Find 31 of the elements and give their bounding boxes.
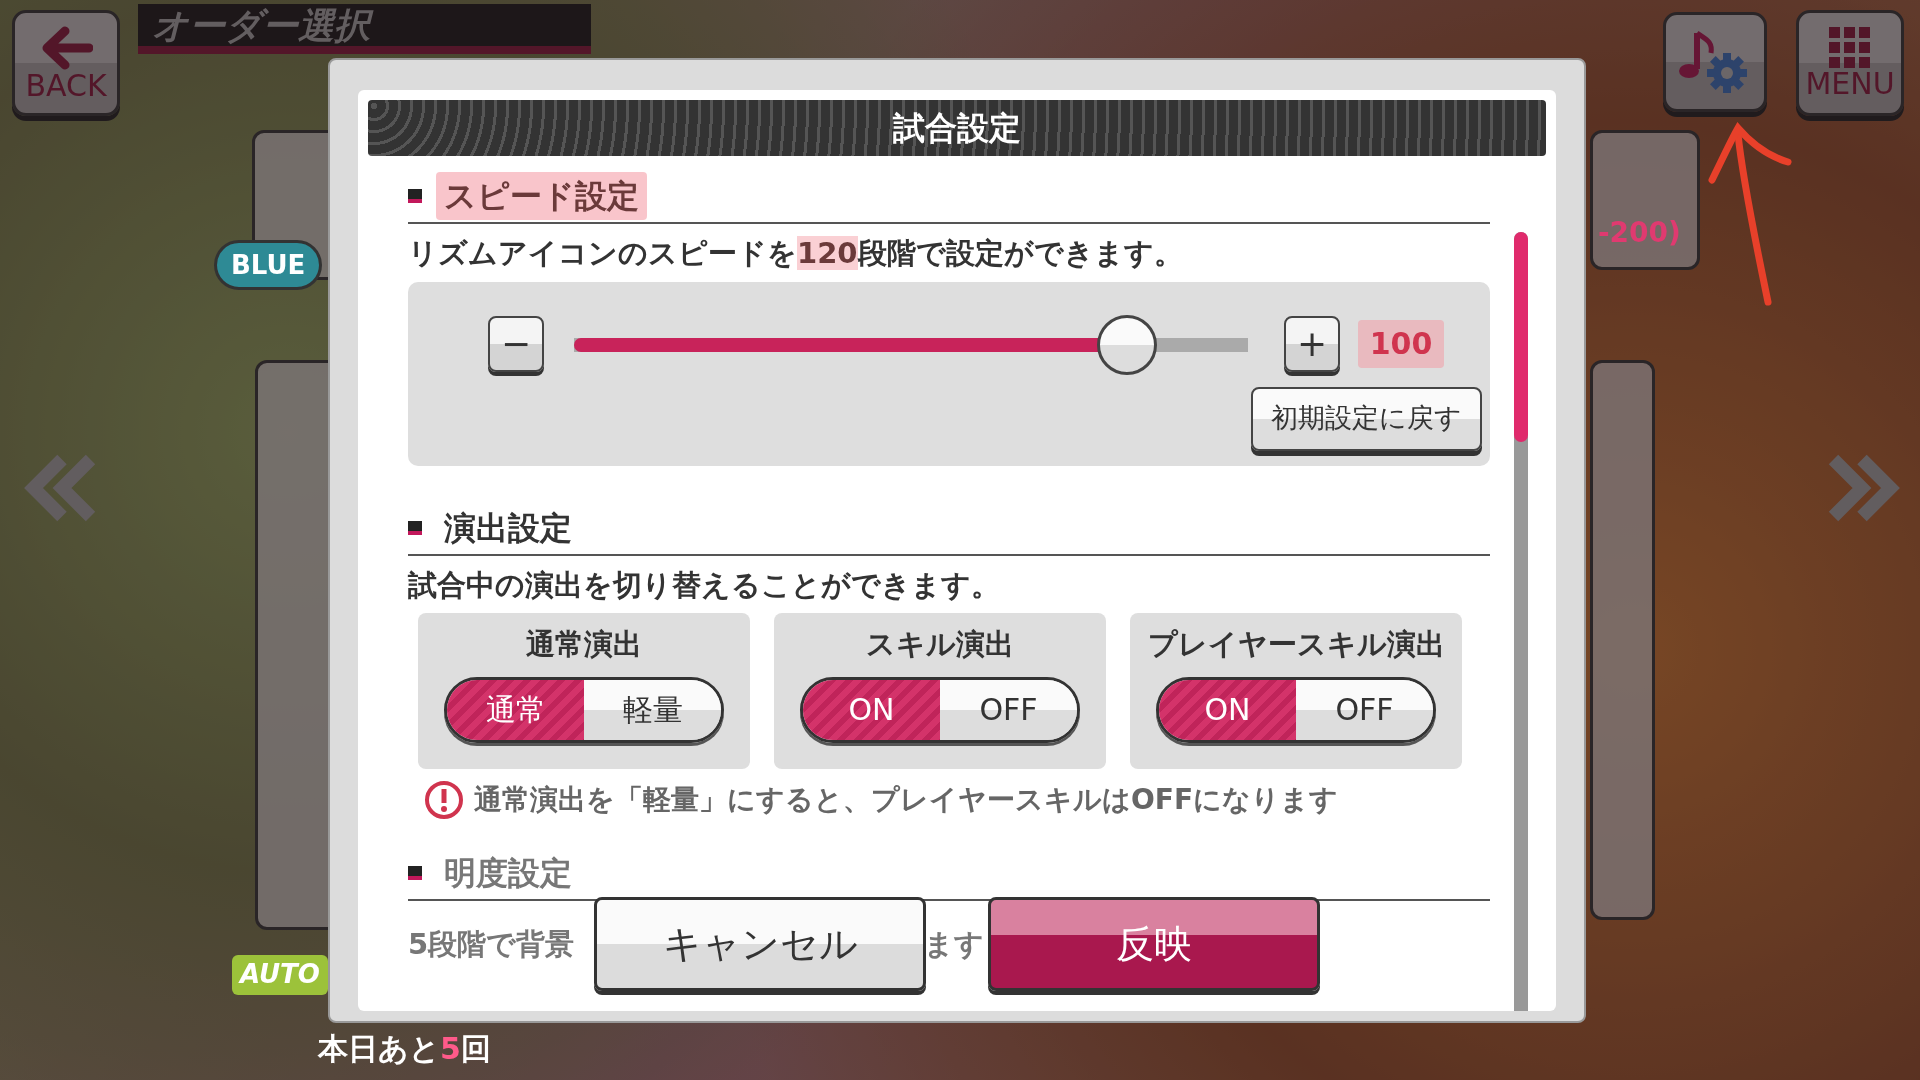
square-bullet-icon (408, 189, 422, 203)
square-bullet-icon (408, 866, 422, 880)
warning-text: 通常演出を「軽量」にすると、プレイヤースキルはOFFになります (474, 782, 1339, 818)
section-description: 試合中の演出を切り替えることができます。 (408, 566, 1001, 604)
toggle-option[interactable]: ON (1159, 679, 1296, 740)
section-description: 5段階で背景 (408, 926, 575, 963)
section-heading: 演出設定 (443, 507, 573, 549)
toggle-option[interactable]: 通常 (447, 679, 584, 740)
remaining-count-text: 本日あと 5回 (318, 1030, 491, 1068)
speed-value: 100 (1358, 319, 1444, 368)
toggle-title: スキル演出 (866, 626, 1014, 663)
auto-label: AUTO (232, 955, 328, 995)
toggle-option[interactable]: ON (803, 679, 940, 740)
tag-label: BLUE (214, 240, 323, 290)
toggle-option[interactable]: OFF (1296, 679, 1433, 740)
toggle-title: プレイヤースキル演出 (1147, 626, 1445, 663)
scrollbar[interactable] (1514, 232, 1528, 1011)
dialog-title: 試合設定 (368, 100, 1546, 156)
section-description: ます (924, 926, 985, 963)
toggle-option[interactable]: 軽量 (584, 679, 721, 740)
toggle-title: 通常演出 (526, 626, 642, 663)
toggle-option[interactable]: OFF (940, 679, 1077, 740)
scrollbar-thumb[interactable] (1514, 232, 1528, 442)
section-heading: スピード設定 (436, 172, 647, 220)
warning-icon (424, 780, 464, 820)
section-description: リズムアイコンのスピードを 120段階で設定ができます。 (408, 235, 1184, 272)
screen-title: オーダー選択 (138, 4, 591, 54)
square-bullet-icon (408, 520, 422, 535)
grid-icon (1829, 27, 1871, 69)
score-text: -200) (1598, 215, 1681, 251)
section-heading: 明度設定 (443, 853, 573, 894)
